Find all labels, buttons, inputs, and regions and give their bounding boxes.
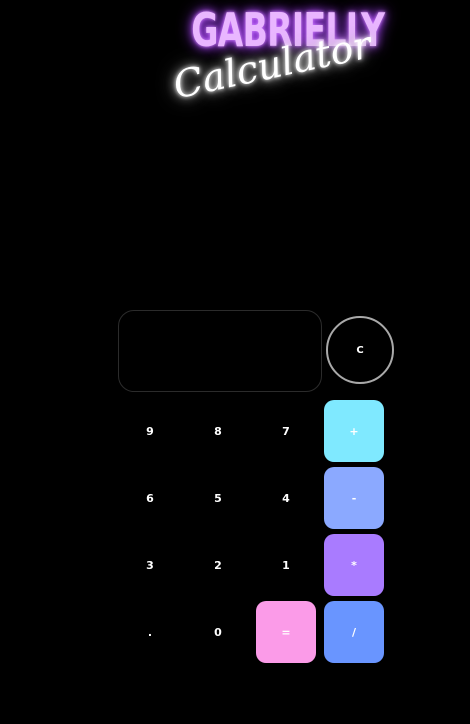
decimal-point-button[interactable]: . xyxy=(120,601,180,663)
key-6[interactable]: 6 xyxy=(120,467,180,529)
multiply-button[interactable]: * xyxy=(324,534,384,596)
key-4[interactable]: 4 xyxy=(256,467,316,529)
key-7[interactable]: 7 xyxy=(256,400,316,462)
key-1[interactable]: 1 xyxy=(256,534,316,596)
divide-button[interactable]: / xyxy=(324,601,384,663)
key-9[interactable]: 9 xyxy=(120,400,180,462)
add-button[interactable]: + xyxy=(324,400,384,462)
key-0[interactable]: 0 xyxy=(188,601,248,663)
key-5[interactable]: 5 xyxy=(188,467,248,529)
app-logo: GABRIELLY Calculator xyxy=(150,4,385,108)
calculator-display xyxy=(118,310,322,392)
key-8[interactable]: 8 xyxy=(188,400,248,462)
key-3[interactable]: 3 xyxy=(120,534,180,596)
subtract-button[interactable]: - xyxy=(324,467,384,529)
key-2[interactable]: 2 xyxy=(188,534,248,596)
equals-button[interactable]: = xyxy=(256,601,316,663)
clear-button[interactable]: C xyxy=(326,316,394,384)
